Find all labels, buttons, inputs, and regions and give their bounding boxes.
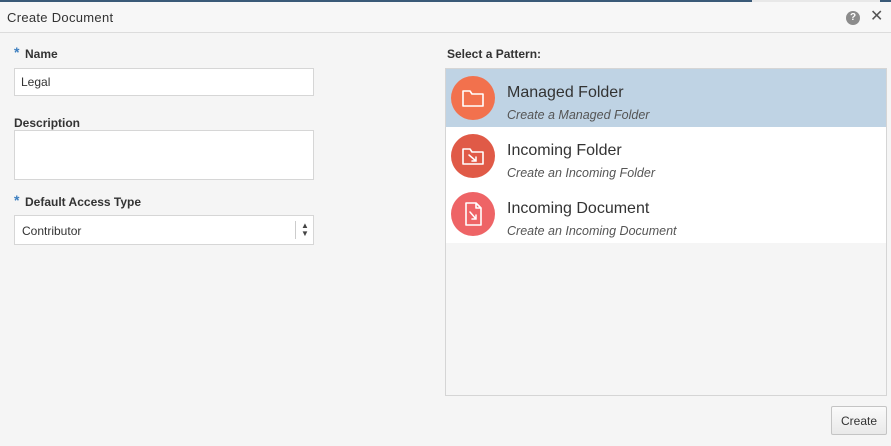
pattern-subtitle: Create an Incoming Folder	[507, 166, 655, 180]
folder-icon	[451, 76, 495, 120]
pattern-title: Incoming Folder	[507, 142, 622, 159]
incoming-document-icon	[451, 192, 495, 236]
updown-arrows-icon: ▲ ▼	[301, 221, 309, 238]
name-field[interactable]	[14, 68, 314, 96]
pattern-subtitle: Create an Incoming Document	[507, 224, 677, 238]
help-icon[interactable]: ?	[846, 11, 860, 25]
access-type-select[interactable]: Contributor ▲ ▼	[14, 215, 314, 245]
description-field[interactable]	[14, 130, 314, 180]
incoming-folder-icon	[451, 134, 495, 178]
pattern-title: Incoming Document	[507, 200, 650, 217]
create-button[interactable]: Create	[831, 406, 887, 435]
pattern-title: Managed Folder	[507, 84, 624, 101]
pattern-item-managed-folder[interactable]: Managed Folder Create a Managed Folder	[446, 69, 886, 127]
name-label: Name	[25, 47, 58, 61]
dialog-title: Create Document	[7, 10, 114, 25]
pattern-list: Managed Folder Create a Managed Folder I…	[445, 68, 887, 396]
pattern-item-incoming-document[interactable]: Incoming Document Create an Incoming Doc…	[446, 185, 886, 243]
close-icon[interactable]: ✕	[870, 8, 883, 26]
access-type-value: Contributor	[22, 224, 82, 238]
pattern-label: Select a Pattern:	[447, 47, 542, 61]
dialog-titlebar: Create Document ? ✕	[0, 2, 891, 33]
pattern-item-incoming-folder[interactable]: Incoming Folder Create an Incoming Folde…	[446, 127, 886, 185]
select-divider	[295, 221, 296, 239]
required-marker: *	[14, 192, 20, 208]
pattern-subtitle: Create a Managed Folder	[507, 108, 650, 122]
required-marker: *	[14, 44, 20, 60]
description-label: Description	[14, 116, 81, 130]
access-type-label: Default Access Type	[25, 195, 142, 209]
